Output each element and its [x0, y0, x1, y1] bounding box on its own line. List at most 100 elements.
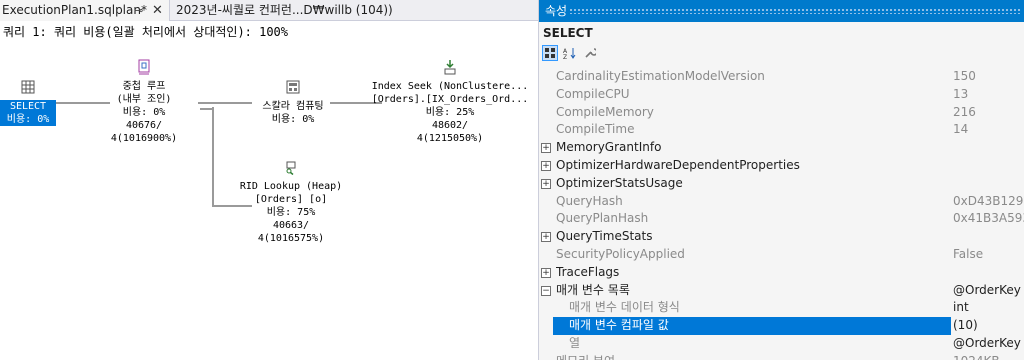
- property-value[interactable]: 13: [953, 86, 1024, 104]
- select-node-cost: 비용: 0%: [6, 114, 50, 125]
- compute-scalar-title: 스칼라 컴퓨팅: [262, 101, 324, 112]
- property-row[interactable]: SecurityPolicyApplied False: [539, 246, 1024, 264]
- compute-scalar-icon: [286, 80, 300, 94]
- categorized-icon[interactable]: [542, 45, 558, 61]
- property-value[interactable]: @OrderKey: [953, 335, 1024, 353]
- index-seek-rows: 48602/: [431, 120, 469, 131]
- expand-icon[interactable]: +: [541, 232, 551, 243]
- title-grip: [569, 8, 1020, 14]
- property-row[interactable]: + TraceFlags: [539, 264, 1024, 282]
- index-seek-cost: 비용: 25%: [425, 107, 475, 118]
- property-value[interactable]: int: [953, 299, 1024, 317]
- property-name: CompileMemory: [556, 104, 654, 119]
- rid-lookup-title: RID Lookup (Heap): [239, 181, 343, 192]
- property-value[interactable]: 150: [953, 68, 1024, 86]
- property-row[interactable]: − 매개 변수 목록 @OrderKey: [539, 282, 1024, 300]
- property-row[interactable]: 매개 변수 컴파일 값 (10): [539, 317, 1024, 335]
- tab-execution-plan[interactable]: ExecutionPlan1.sqlplan* ⊸ ✕: [0, 0, 170, 21]
- property-name: OptimizerHardwareDependentProperties: [556, 157, 800, 172]
- property-value[interactable]: @OrderKey: [953, 282, 1024, 300]
- rid-lookup-object: [Orders] [o]: [254, 194, 328, 205]
- connector-loop-scalar: [198, 102, 252, 104]
- property-value[interactable]: 0x41B3A593A: [953, 210, 1024, 228]
- property-row[interactable]: 열 @OrderKey: [539, 335, 1024, 353]
- collapse-icon[interactable]: −: [541, 285, 551, 296]
- connector-loop-inner: [200, 108, 214, 110]
- property-pages-icon[interactable]: [582, 45, 598, 61]
- select-node[interactable]: SELECT 비용: 0%: [0, 79, 56, 126]
- pin-icon[interactable]: ⊸: [134, 0, 143, 21]
- properties-toolbar: AZ: [539, 44, 1024, 62]
- property-row[interactable]: + OptimizerStatsUsage: [539, 175, 1024, 193]
- property-name: 매개 변수 데이터 형식: [569, 300, 680, 315]
- property-name: QueryTimeStats: [556, 229, 653, 244]
- nested-loop-icon: [138, 59, 150, 75]
- properties-object-name[interactable]: SELECT: [539, 22, 1024, 44]
- expand-icon[interactable]: +: [541, 267, 551, 278]
- property-name: CompileTime: [556, 122, 635, 137]
- tab-query-editor-label: 2023년-씨퀄로 컨퍼런...D₩willb (104)): [176, 3, 393, 17]
- property-name: CompileCPU: [556, 86, 630, 101]
- nested-loop-title: 중첩 루프: [122, 81, 166, 92]
- property-row[interactable]: QueryHash 0xD43B12934: [539, 193, 1024, 211]
- property-row[interactable]: CardinalityEstimationModelVersion 150: [539, 68, 1024, 86]
- property-name: 메모리 부여: [556, 353, 950, 360]
- query-cost-header: 쿼리 1: 쿼리 비용(일괄 처리에서 상대적인): 100%: [3, 25, 289, 39]
- alphabetical-icon[interactable]: AZ: [562, 45, 578, 61]
- rid-lookup-icon: [286, 161, 296, 175]
- property-grid[interactable]: CardinalityEstimationModelVersion 150 Comp…: [539, 68, 1024, 360]
- property-row[interactable]: + OptimizerHardwareDependentProperties: [539, 157, 1024, 175]
- property-name: 열: [569, 335, 581, 350]
- property-value[interactable]: 0xD43B12934: [953, 193, 1024, 211]
- property-row[interactable]: CompileCPU 13: [539, 86, 1024, 104]
- select-node-label: SELECT 비용: 0%: [0, 100, 56, 126]
- property-row[interactable]: + QueryTimeStats: [539, 228, 1024, 246]
- expand-icon[interactable]: +: [541, 160, 551, 171]
- rid-lookup-rows: 40663/: [272, 220, 310, 231]
- tab-query-editor[interactable]: 2023년-씨퀄로 컨퍼런...D₩willb (104)): [172, 0, 538, 21]
- compute-scalar-node[interactable]: 스칼라 컴퓨팅 비용: 0%: [250, 79, 336, 126]
- property-name: CardinalityEstimationModelVersion: [556, 69, 765, 83]
- property-row[interactable]: + MemoryGrantInfo: [539, 139, 1024, 157]
- properties-title-bar: 속성: [539, 0, 1024, 22]
- properties-title: 속성: [545, 4, 568, 18]
- connector-loop-rid-vertical: [212, 107, 214, 207]
- tab-execution-plan-label: ExecutionPlan1.sqlplan*: [2, 3, 147, 17]
- nested-loop-subtitle: (내부 조인): [116, 94, 172, 105]
- execution-plan-canvas[interactable]: 쿼리 1: 쿼리 비용(일괄 처리에서 상대적인): 100% SELECT 비…: [0, 21, 538, 360]
- property-value[interactable]: 216: [953, 104, 1024, 122]
- property-name: MemoryGrantInfo: [556, 140, 662, 155]
- rid-lookup-cost: 비용: 75%: [266, 207, 316, 218]
- nested-loop-node[interactable]: 중첩 루프 (내부 조인) 비용: 0% 40676/ 4(1016900%): [98, 59, 190, 145]
- document-tab-bar: ExecutionPlan1.sqlplan* ⊸ ✕ 2023년-씨퀄로 컨퍼…: [0, 0, 538, 21]
- property-row[interactable]: CompileTime 14: [539, 121, 1024, 139]
- property-name: 매개 변수 목록: [556, 282, 630, 297]
- select-node-title: SELECT: [9, 101, 47, 112]
- properties-panel: 속성 SELECT AZ CardinalityEstimationModelV…: [538, 0, 1024, 360]
- property-row[interactable]: 메모리 부여1024KB: [539, 353, 1024, 360]
- property-value[interactable]: (10): [953, 317, 1024, 335]
- index-seek-object: [Orders].[IX_Orders_Ord...: [371, 94, 529, 105]
- nested-loop-cost: 비용: 0%: [122, 107, 166, 118]
- property-row[interactable]: 매개 변수 데이터 형식 int: [539, 299, 1024, 317]
- close-icon[interactable]: ✕: [152, 0, 163, 21]
- property-name: OptimizerStatsUsage: [556, 175, 683, 190]
- index-seek-node[interactable]: Index Seek (NonClustere... [Orders].[IX_…: [370, 59, 530, 145]
- expand-icon[interactable]: +: [541, 143, 551, 154]
- property-row[interactable]: QueryPlanHash 0x41B3A593A: [539, 210, 1024, 228]
- expand-icon[interactable]: +: [541, 178, 551, 189]
- property-value[interactable]: False: [953, 246, 1024, 264]
- svg-text:Z: Z: [563, 54, 567, 59]
- index-seek-icon: [444, 60, 456, 75]
- property-name: QueryHash: [556, 193, 623, 208]
- rid-lookup-node[interactable]: RID Lookup (Heap) [Orders] [o] 비용: 75% 4…: [230, 159, 352, 245]
- compute-scalar-cost: 비용: 0%: [271, 114, 315, 125]
- property-row[interactable]: CompileMemory 216: [539, 104, 1024, 122]
- property-name: QueryPlanHash: [556, 211, 649, 226]
- property-name: SecurityPolicyApplied: [556, 246, 685, 261]
- nested-loop-rows: 40676/: [125, 120, 163, 131]
- index-seek-title: Index Seek (NonClustere...: [371, 81, 529, 92]
- property-value[interactable]: 1024KB: [953, 353, 1024, 360]
- property-name: 매개 변수 컴파일 값: [553, 317, 951, 335]
- property-value[interactable]: 14: [953, 121, 1024, 139]
